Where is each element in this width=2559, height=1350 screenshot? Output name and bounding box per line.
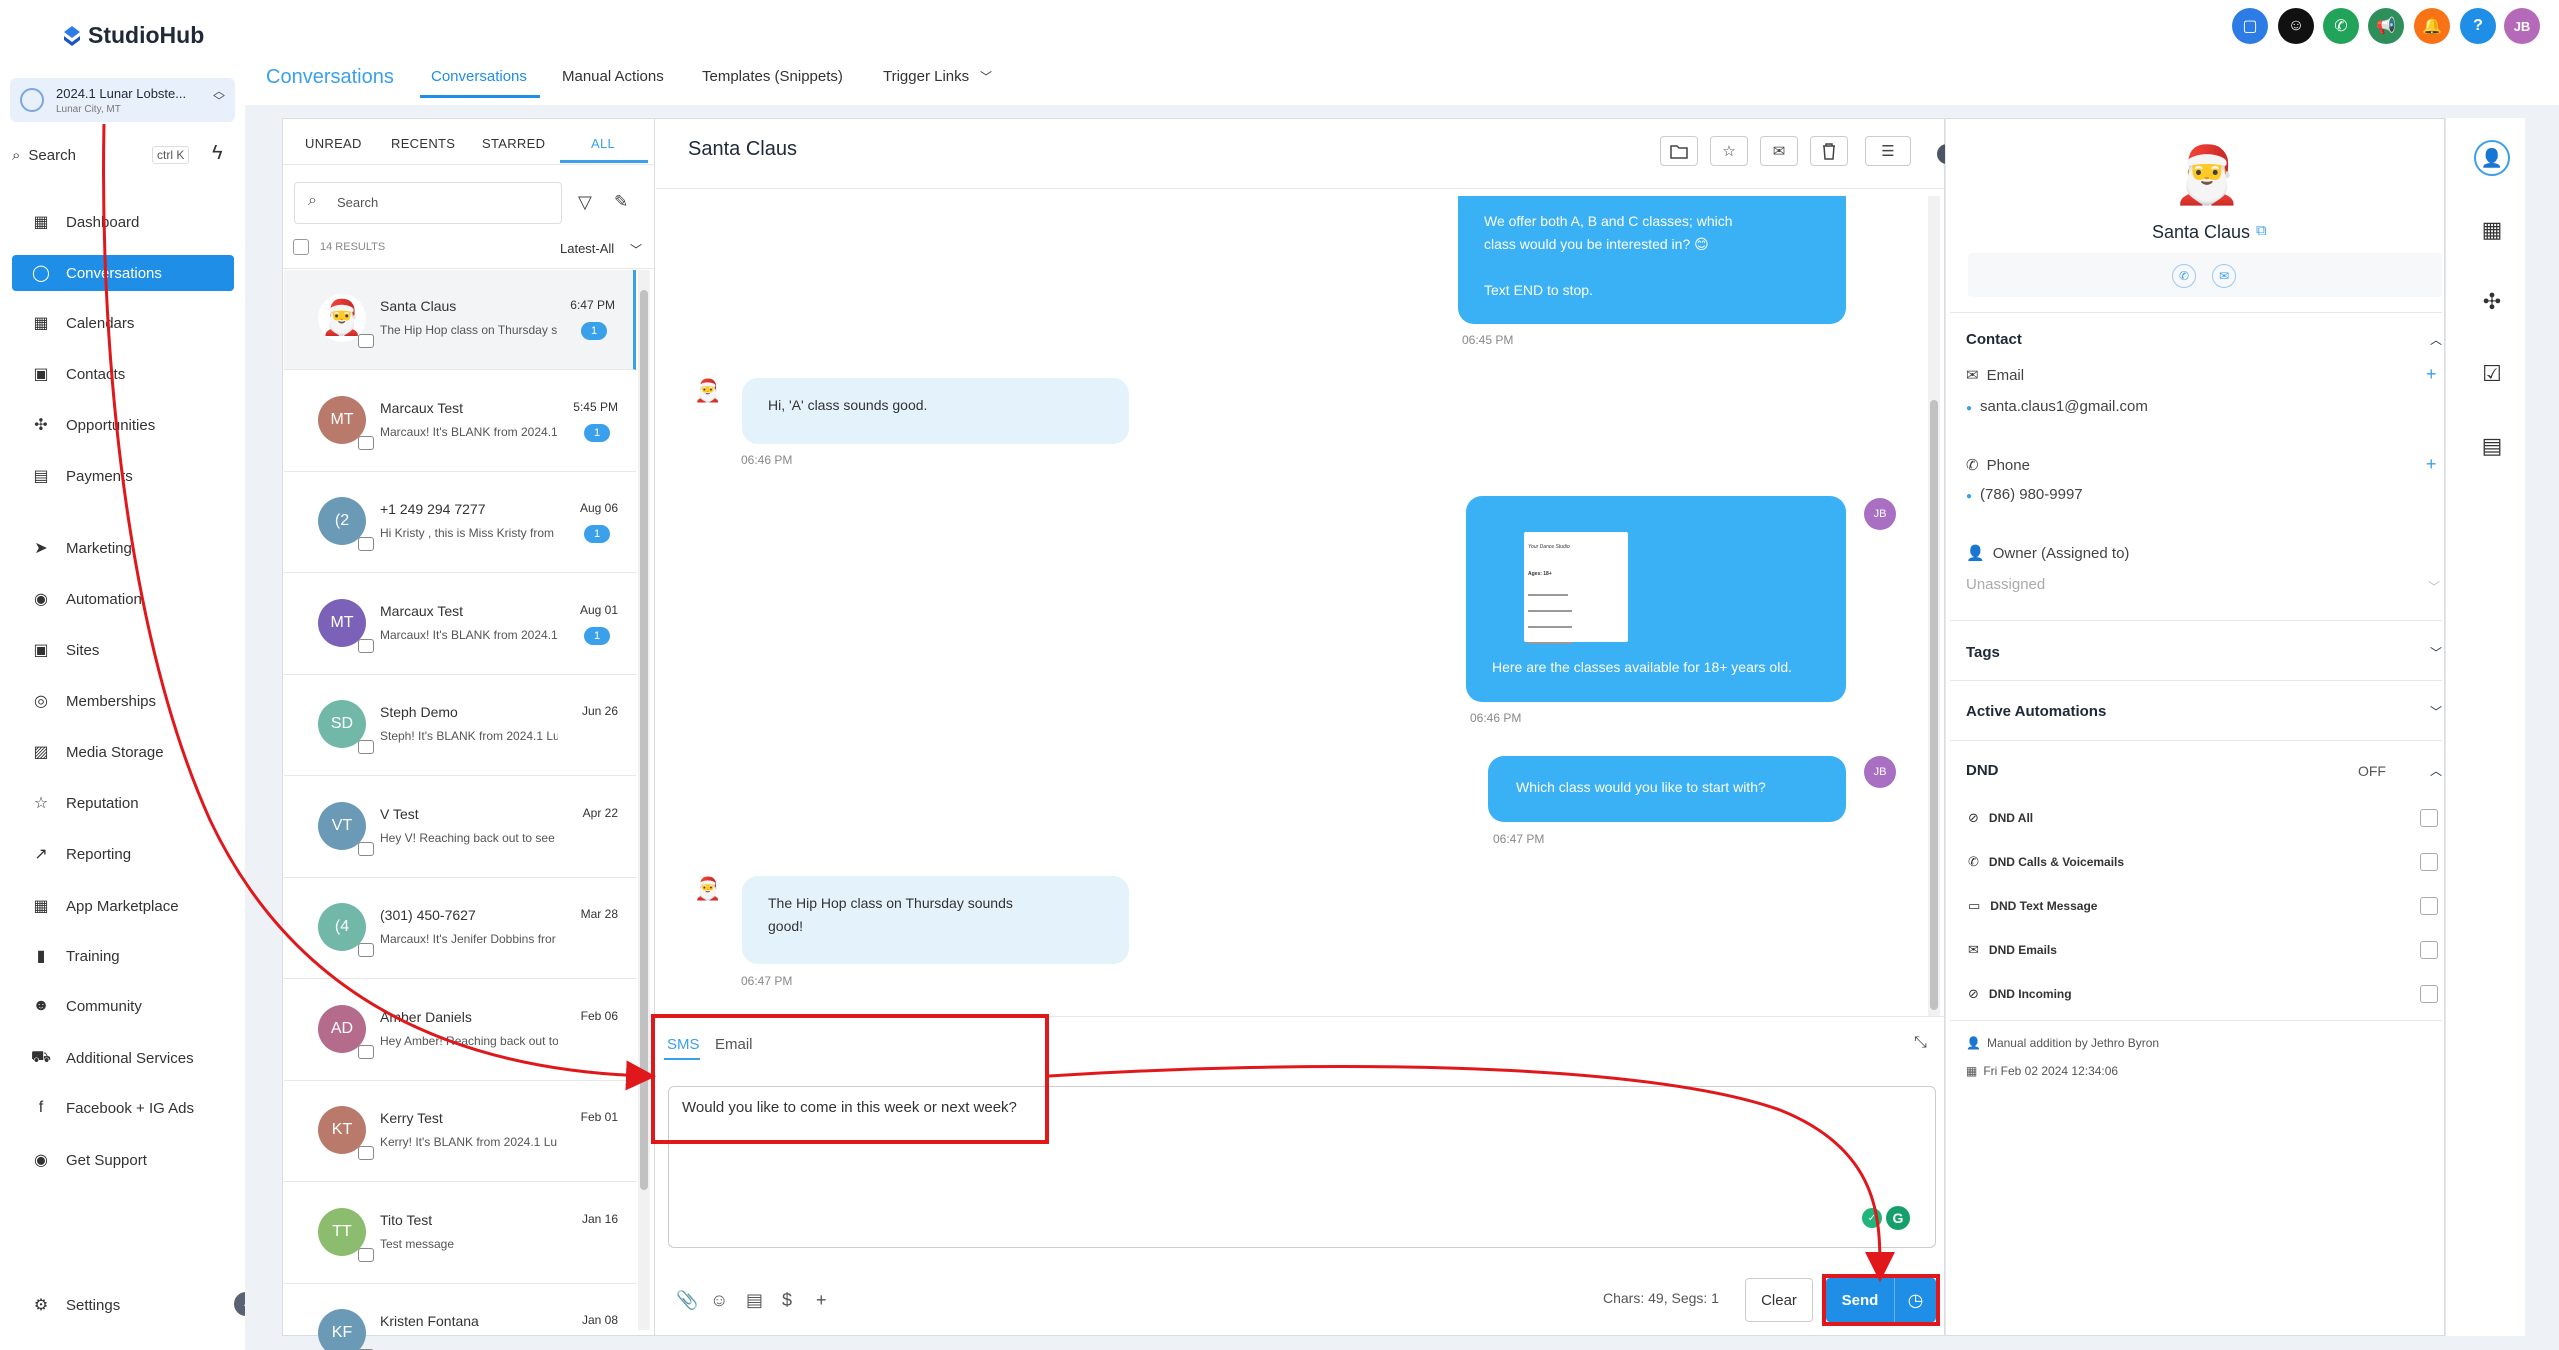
annotation-arrow-to-composer xyxy=(102,123,656,1091)
annotation-arrow-to-send xyxy=(1048,1065,1895,1282)
annotation-arrows xyxy=(102,123,1895,1282)
